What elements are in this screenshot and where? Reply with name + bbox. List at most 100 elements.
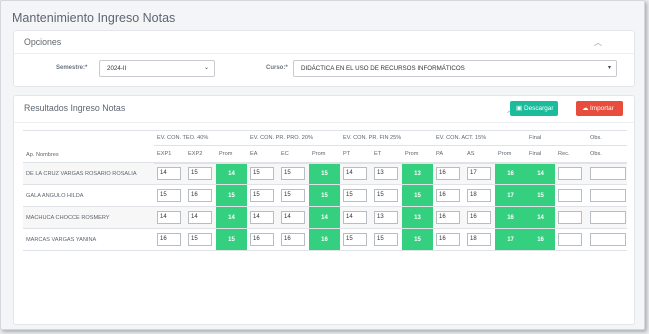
as-input[interactable]: 18 (467, 233, 492, 246)
subheader-exp2: EXP2 (185, 145, 216, 164)
ea-input[interactable]: 15 (250, 167, 275, 181)
ec-input[interactable]: 16 (281, 233, 306, 246)
et-input[interactable]: 13 (374, 211, 399, 224)
group-header-rec (555, 130, 588, 146)
student-name: GALA ANGULO HILDA (23, 184, 154, 207)
app-frame: Mantenimiento Ingreso Notas Opciones ︿ S… (0, 0, 645, 330)
exp1-input[interactable]: 14 (157, 211, 181, 224)
obs-input[interactable] (590, 233, 627, 246)
semestre-value: 2024-II (107, 65, 127, 72)
exp1-input[interactable]: 15 (157, 189, 181, 202)
rec-cell (555, 206, 588, 229)
opciones-panel: Opciones ︿ Semestre:* 2024-II ⌄ Curso:* … (13, 30, 635, 87)
et-input[interactable]: 15 (374, 189, 399, 202)
divider (14, 122, 634, 123)
average-cell: 17 (495, 228, 527, 251)
exp2-input[interactable]: 16 (188, 189, 212, 202)
rec-cell (555, 228, 588, 251)
ea-input[interactable]: 14 (250, 211, 275, 224)
obs-input[interactable] (590, 189, 627, 202)
collapse-opciones-chevron-icon[interactable]: ︿ (594, 37, 602, 48)
page-title: Mantenimiento Ingreso Notas (12, 11, 176, 25)
ec-input[interactable]: 15 (281, 167, 306, 181)
obs-input[interactable] (590, 167, 627, 181)
ea-cell: 15 (247, 184, 279, 207)
pt-input[interactable]: 15 (343, 189, 368, 202)
subheader-prom: Prom (495, 145, 527, 164)
exp2-input[interactable]: 14 (188, 211, 212, 224)
exp2-input[interactable]: 15 (188, 233, 212, 246)
pa-input[interactable]: 16 (436, 189, 461, 202)
subheader-pa: PA (433, 145, 465, 164)
exp1-input[interactable]: 14 (157, 167, 181, 181)
obs-input[interactable] (590, 211, 627, 224)
curso-value: DIDÁCTICA EN EL USO DE RECURSOS INFORMÁT… (301, 65, 465, 72)
curso-select[interactable]: DIDÁCTICA EN EL USO DE RECURSOS INFORMÁT… (293, 60, 617, 77)
average-cell: 14 (216, 206, 248, 229)
et-input[interactable]: 13 (374, 167, 399, 181)
rec-input[interactable] (558, 167, 583, 181)
pa-input[interactable]: 16 (436, 167, 461, 181)
ec-input[interactable]: 15 (281, 189, 306, 202)
ea-cell: 15 (247, 162, 279, 185)
subheader-prom: Prom (402, 145, 434, 164)
pt-input[interactable]: 15 (343, 233, 368, 246)
descargar-button[interactable]: ▣ Descargar (510, 101, 558, 116)
as-input[interactable]: 17 (467, 167, 492, 181)
final-grade-cell: 14 (526, 206, 556, 229)
exp1-input[interactable]: 16 (157, 233, 181, 246)
as-cell: 16 (464, 206, 496, 229)
et-cell: 13 (371, 162, 403, 185)
exp2-cell: 14 (185, 206, 216, 229)
subheader-as: AS (464, 145, 496, 164)
curso-label: Curso:* (266, 65, 288, 71)
rec-input[interactable] (558, 233, 583, 246)
student-name: MACHUCA CHOCCE ROSMERY (23, 206, 154, 229)
rec-input[interactable] (558, 211, 583, 224)
rec-input[interactable] (558, 189, 583, 202)
subheader-pt: PT (340, 145, 372, 164)
pt-input[interactable]: 14 (343, 211, 368, 224)
subheader-prom: Prom (309, 145, 341, 164)
chevron-down-icon: ⌄ (203, 65, 209, 71)
ea-input[interactable]: 15 (250, 189, 275, 202)
ec-cell: 14 (278, 206, 310, 229)
ec-input[interactable]: 14 (281, 211, 306, 224)
exp1-cell: 14 (154, 206, 185, 229)
subheader-rec: Rec. (555, 145, 588, 164)
as-input[interactable]: 16 (467, 211, 492, 224)
subheader-final: Final (526, 145, 556, 164)
semestre-label: Semestre:* (56, 65, 88, 71)
as-input[interactable]: 18 (467, 189, 492, 202)
pt-cell: 15 (340, 184, 372, 207)
exp2-input[interactable]: 15 (188, 167, 212, 181)
average-cell: 15 (216, 228, 248, 251)
pt-input[interactable]: 14 (343, 167, 368, 181)
subheader-ea: EA (247, 145, 279, 164)
average-cell: 13 (402, 206, 434, 229)
average-cell: 15 (402, 184, 434, 207)
pa-input[interactable]: 16 (436, 211, 461, 224)
importar-button[interactable]: ☁ Importar (576, 101, 623, 116)
cloud-upload-icon: ☁ (582, 105, 589, 112)
group-header-teo: EV. CON. TEO. 40% (154, 130, 248, 146)
pa-input[interactable]: 16 (436, 233, 461, 246)
subheader-exp1: EXP1 (154, 145, 185, 164)
group-header-pr-fin: EV. CON. PR. FIN 25% (340, 130, 434, 146)
obs-cell (587, 162, 628, 185)
exp1-cell: 16 (154, 228, 185, 251)
average-cell: 16 (495, 162, 527, 185)
table-row: MARCAS VARGAS YANINA 16 15 15 16 16 16 15 15 15 16… (23, 228, 628, 251)
divider (14, 53, 634, 54)
subheader-ec: EC (278, 145, 310, 164)
average-cell: 15 (309, 184, 341, 207)
average-cell: 17 (495, 184, 527, 207)
semestre-select[interactable]: 2024-II ⌄ (99, 60, 215, 77)
average-cell: 15 (216, 184, 248, 207)
ea-input[interactable]: 16 (250, 233, 275, 246)
average-cell: 13 (402, 162, 434, 185)
exp2-cell: 15 (185, 228, 216, 251)
ec-cell: 15 (278, 184, 310, 207)
et-input[interactable]: 15 (374, 233, 399, 246)
download-file-icon: ▣ (516, 105, 523, 112)
